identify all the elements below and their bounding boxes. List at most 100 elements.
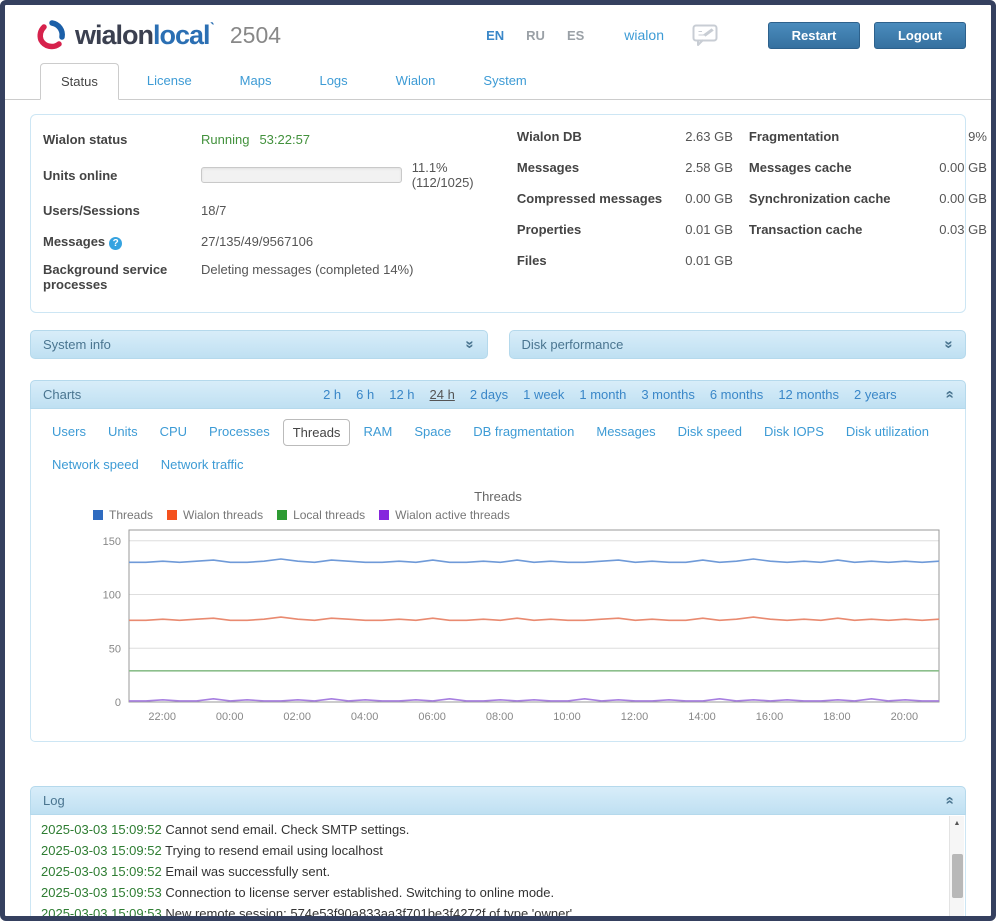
sync-cache-row: Synchronization cache0.00 GB (749, 191, 987, 212)
scrollbar-thumb[interactable] (952, 854, 963, 898)
log-message: New remote session: 574e53f90a833aa3f701… (165, 906, 572, 921)
tab-maps[interactable]: Maps (220, 63, 292, 100)
language-en[interactable]: EN (486, 28, 504, 43)
units-online-value: 11.1% (112/1025) (412, 160, 501, 190)
system-info-panel-header[interactable]: System info » (30, 330, 488, 359)
logout-button[interactable]: Logout (874, 22, 966, 49)
range-2years[interactable]: 2 years (854, 387, 897, 402)
chart-tab-units[interactable]: Units (99, 419, 147, 446)
range-12months[interactable]: 12 months (778, 387, 839, 402)
messages-cache-row: Messages cache 0.00 GB (749, 160, 987, 181)
chart-tab-db-fragmentation[interactable]: DB fragmentation (464, 419, 583, 446)
files-row: Files0.01 GB (517, 253, 733, 274)
expand-chevron-icon[interactable]: » (462, 340, 479, 348)
messages-cache-label: Messages cache (749, 160, 852, 181)
wialon-local-logo: wialonlocalˋ 2504 (35, 19, 281, 51)
svg-text:22:00: 22:00 (148, 711, 176, 723)
wialon-db-value: 2.63 GB (685, 129, 733, 150)
feedback-chat-icon[interactable] (692, 24, 718, 46)
transaction-cache-row: Transaction cache0.03 GB (749, 222, 987, 243)
svg-text:16:00: 16:00 (756, 711, 784, 723)
sync-cache-value: 0.00 GB (939, 191, 987, 212)
chart-type-tabs: Users Units CPU Processes Threads RAM Sp… (31, 415, 965, 481)
chart-tab-space[interactable]: Space (405, 419, 460, 446)
expand-chevron-icon[interactable]: » (940, 340, 957, 348)
range-1week[interactable]: 1 week (523, 387, 564, 402)
log-message: Connection to license server established… (165, 885, 554, 900)
brand-name: wialonlocalˋ (75, 20, 214, 51)
properties-value: 0.01 GB (685, 222, 733, 243)
svg-text:12:00: 12:00 (621, 711, 649, 723)
compressed-messages-row: Compressed messages0.00 GB (517, 191, 733, 212)
language-ru[interactable]: RU (526, 28, 545, 43)
chart-tab-disk-speed[interactable]: Disk speed (669, 419, 751, 446)
users-sessions-label: Users/Sessions (43, 203, 201, 218)
chart-tab-disk-utilization[interactable]: Disk utilization (837, 419, 938, 446)
svg-text:04:00: 04:00 (351, 711, 379, 723)
svg-text:00:00: 00:00 (216, 711, 244, 723)
svg-text:18:00: 18:00 (823, 711, 851, 723)
files-value: 0.01 GB (685, 253, 733, 274)
users-sessions-row: Users/Sessions 18/7 (43, 200, 501, 221)
chart-tab-network-traffic[interactable]: Network traffic (152, 452, 253, 477)
range-24h[interactable]: 24 h (430, 387, 455, 402)
properties-label: Properties (517, 222, 581, 243)
main-tabs: Status License Maps Logs Wialon System (5, 63, 991, 100)
log-timestamp: 2025-03-03 15:09:52 (41, 843, 162, 858)
svg-text:100: 100 (103, 590, 121, 602)
range-6months[interactable]: 6 months (710, 387, 763, 402)
tab-logs[interactable]: Logs (299, 63, 367, 100)
scroll-up-arrow-icon[interactable]: ▲ (950, 816, 964, 831)
disk-performance-title: Disk performance (522, 337, 624, 352)
svg-text:14:00: 14:00 (688, 711, 716, 723)
messages-cache-value: 0.00 GB (939, 160, 987, 181)
log-entry: 2025-03-03 15:09:53 New remote session: … (41, 903, 945, 921)
log-entry: 2025-03-03 15:09:53 Connection to licens… (41, 882, 945, 903)
range-3months[interactable]: 3 months (641, 387, 694, 402)
svg-text:10:00: 10:00 (553, 711, 581, 723)
collapse-chevron-icon[interactable]: » (940, 390, 957, 398)
messages-row: Messages? 27/135/49/9567106 (43, 231, 501, 252)
chart-tab-cpu[interactable]: CPU (151, 419, 196, 446)
tab-system[interactable]: System (463, 63, 546, 100)
current-user-link[interactable]: wialon (624, 27, 664, 43)
range-6h[interactable]: 6 h (356, 387, 374, 402)
fragmentation-label: Fragmentation (749, 129, 839, 150)
range-12h[interactable]: 12 h (389, 387, 414, 402)
chart-tab-users[interactable]: Users (43, 419, 95, 446)
svg-text:0: 0 (115, 697, 121, 709)
range-1month[interactable]: 1 month (579, 387, 626, 402)
range-2days[interactable]: 2 days (470, 387, 508, 402)
tab-status[interactable]: Status (40, 63, 119, 100)
charts-panel-body: Users Units CPU Processes Threads RAM Sp… (30, 409, 966, 742)
chart-tab-ram[interactable]: RAM (354, 419, 401, 446)
db-messages-label: Messages (517, 160, 579, 181)
scroll-down-arrow-icon[interactable]: ▼ (950, 911, 964, 921)
messages-label: Messages? (43, 234, 201, 250)
legend-item: Local threads (277, 508, 365, 522)
log-panel-header: Log » (30, 786, 966, 815)
legend-item: Wialon threads (167, 508, 263, 522)
tab-license[interactable]: License (127, 63, 212, 100)
wialon-status-label: Wialon status (43, 132, 201, 147)
help-icon[interactable]: ? (109, 237, 122, 250)
svg-text:08:00: 08:00 (486, 711, 514, 723)
log-entry: 2025-03-03 15:09:52 Email was successful… (41, 861, 945, 882)
log-entry: 2025-03-03 15:09:52 Trying to resend ema… (41, 840, 945, 861)
chart-tab-messages[interactable]: Messages (587, 419, 664, 446)
disk-performance-panel-header[interactable]: Disk performance » (509, 330, 967, 359)
collapse-chevron-icon[interactable]: » (940, 796, 957, 804)
compressed-messages-label: Compressed messages (517, 191, 662, 212)
chart-tab-network-speed[interactable]: Network speed (43, 452, 148, 477)
chart-tab-disk-iops[interactable]: Disk IOPS (755, 419, 833, 446)
chart-tab-processes[interactable]: Processes (200, 419, 279, 446)
range-2h[interactable]: 2 h (323, 387, 341, 402)
chart-tab-threads[interactable]: Threads (283, 419, 351, 446)
tab-wialon[interactable]: Wialon (376, 63, 456, 100)
chart-canvas: 05010015022:0000:0002:0004:0006:0008:001… (41, 524, 961, 724)
language-es[interactable]: ES (567, 28, 584, 43)
fragmentation-row: Fragmentation9% (749, 129, 987, 150)
units-online-label: Units online (43, 168, 201, 183)
log-scrollbar[interactable]: ▲ ▼ (949, 816, 964, 921)
restart-button[interactable]: Restart (768, 22, 860, 49)
